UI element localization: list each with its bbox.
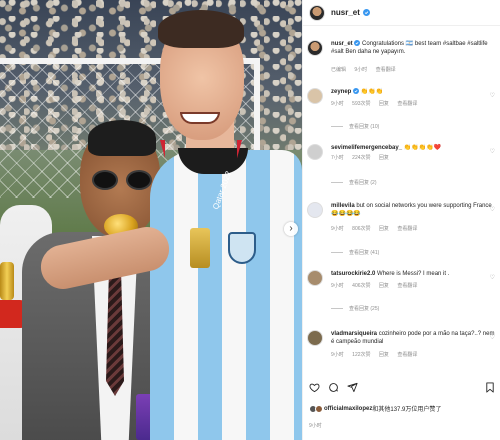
caption: nusr_et Congratulations 🇦🇷 best team #sa…	[307, 40, 499, 80]
comment-item: millevila but on social networks you wer…	[307, 202, 499, 262]
see-translation-link[interactable]: 查看翻译	[397, 352, 417, 358]
comment-item: zeynep 👏👏👏 9小时 593次赞 回复 查看翻译 查看回复 (10) ♡	[307, 88, 499, 138]
see-translation-link[interactable]: 查看翻译	[376, 67, 396, 73]
comment-time: 7小时	[331, 155, 344, 161]
comment-text: Where is Messi? I mean it .	[377, 271, 450, 277]
commenter-avatar[interactable]	[307, 88, 323, 104]
comment-likes[interactable]: 224次赞	[352, 155, 370, 161]
comment-time: 9小时	[331, 226, 344, 232]
author-avatar[interactable]	[309, 4, 325, 21]
comment-likes[interactable]: 122次赞	[352, 352, 370, 358]
comment-icon[interactable]	[328, 382, 339, 393]
comment-list: nusr_et Congratulations 🇦🇷 best team #sa…	[303, 30, 500, 370]
view-replies-button[interactable]: 查看回复 (41)	[331, 250, 379, 257]
comment-time: 9小时	[331, 283, 344, 289]
comment-like-heart-icon[interactable]: ♡	[490, 334, 495, 341]
commenter-avatar[interactable]	[307, 144, 323, 160]
comment-likes[interactable]: 806次赞	[352, 226, 370, 232]
heart-icon[interactable]	[309, 382, 320, 393]
jersey-patch	[190, 228, 210, 268]
author-avatar[interactable]	[307, 40, 323, 56]
verified-badge-icon	[362, 9, 370, 16]
comment-username[interactable]: zeynep	[331, 89, 351, 95]
liker-avatars	[309, 404, 323, 413]
comment-username[interactable]: sevimelifemergencebay_	[331, 145, 402, 151]
comment-likes[interactable]: 406次赞	[352, 283, 370, 289]
comment-like-heart-icon[interactable]: ♡	[490, 148, 495, 155]
player-smile	[180, 112, 220, 124]
post-panel: nusr_et nusr_et Congratulations 🇦🇷 best …	[302, 0, 500, 440]
commenter-avatar[interactable]	[307, 270, 323, 286]
post-header: nusr_et	[303, 0, 500, 26]
see-translation-link[interactable]: 查看翻译	[397, 283, 417, 289]
commenter-avatar[interactable]	[307, 330, 323, 346]
reply-button[interactable]: 回复	[379, 155, 389, 161]
verified-badge-icon	[353, 88, 360, 94]
action-bar	[303, 378, 500, 396]
author-username[interactable]: nusr_et	[331, 8, 360, 17]
commenter-avatar[interactable]	[307, 202, 323, 218]
reply-button[interactable]: 回复	[379, 352, 389, 358]
comment-text: but on social networks you were supporti…	[331, 203, 492, 217]
likes-count-text[interactable]: 和其他137.9万位用户赞了	[372, 404, 441, 413]
post-timestamp: 9小时	[309, 423, 322, 429]
comment-item: tatsurockirie2.0 Where is Messi? I mean …	[307, 270, 499, 320]
comment-item: sevimelifemergencebay_ 👏👏👏👏❤️ 7小时 224次赞 …	[307, 144, 499, 192]
comment-text: 👏👏👏👏❤️	[403, 145, 442, 151]
verified-badge-icon	[354, 40, 361, 46]
comment-username[interactable]: vladmarsiqueira	[331, 331, 377, 337]
see-translation-link[interactable]: 查看翻译	[397, 101, 417, 107]
next-arrow-icon[interactable]: ›	[284, 222, 298, 236]
comment-time: 9小时	[331, 101, 344, 107]
reply-button[interactable]: 回复	[379, 226, 389, 232]
comment-item: vladmarsiqueira cozinheiro pode por a mã…	[307, 330, 499, 370]
comment-username[interactable]: millevila	[331, 203, 355, 209]
suit-man-hair	[88, 120, 156, 156]
see-translation-link[interactable]: 查看翻译	[397, 226, 417, 232]
comment-likes[interactable]: 593次赞	[352, 101, 370, 107]
comment-like-heart-icon[interactable]: ♡	[490, 274, 495, 281]
view-replies-button[interactable]: 查看回复 (10)	[331, 124, 379, 131]
post-photo[interactable]: Qatar 2022 ›	[0, 0, 302, 440]
view-replies-button[interactable]: 查看回复 (25)	[331, 306, 379, 313]
liker-username[interactable]: officialmaxilopez	[324, 406, 372, 412]
caption-edited: 已编辑	[331, 67, 347, 73]
likes-summary[interactable]: officialmaxilopez 和其他137.9万位用户赞了	[309, 404, 441, 413]
caption-meta: 已编辑 9小时 查看翻译	[331, 67, 403, 74]
comment-like-heart-icon[interactable]: ♡	[490, 206, 495, 213]
player-hair	[158, 10, 244, 48]
trophy	[0, 262, 14, 300]
comment-like-heart-icon[interactable]: ♡	[490, 92, 495, 99]
bookmark-icon[interactable]	[484, 381, 495, 393]
reply-button[interactable]: 回复	[379, 101, 389, 107]
comment-time: 9小时	[331, 352, 344, 358]
caption-time: 9小时	[354, 67, 368, 73]
comment-text: 👏👏👏	[360, 89, 384, 95]
view-replies-button[interactable]: 查看回复 (2)	[331, 180, 377, 187]
comment-username[interactable]: tatsurockirie2.0	[331, 271, 375, 277]
sunglasses	[92, 170, 152, 192]
share-icon[interactable]	[347, 382, 358, 393]
caption-username[interactable]: nusr_et	[331, 41, 353, 47]
reply-button[interactable]: 回复	[379, 283, 389, 289]
afa-crest	[228, 232, 256, 264]
